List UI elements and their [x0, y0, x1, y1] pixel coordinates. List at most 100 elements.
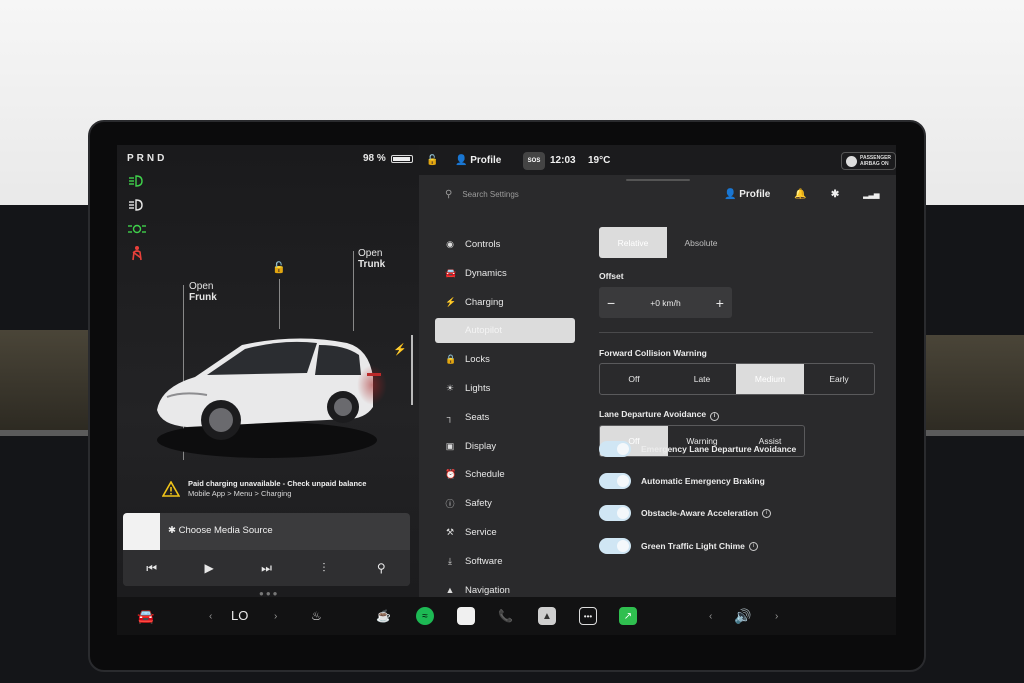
- dash-trim-right: [919, 335, 1024, 435]
- outside-temperature: 19°C: [588, 155, 611, 166]
- driver-profile-button[interactable]: 👤 Profile: [455, 155, 501, 166]
- toggle-knob: [617, 507, 629, 519]
- toggle-switch[interactable]: [599, 441, 631, 457]
- fcw-option-off[interactable]: Off: [600, 364, 668, 394]
- menu-item-dynamics[interactable]: 🚘 Dynamics: [435, 261, 575, 286]
- minus-icon[interactable]: −: [607, 295, 615, 311]
- menu-label: Navigation: [465, 584, 510, 596]
- section-divider: [599, 332, 873, 333]
- parking-lights-icon: [128, 224, 146, 234]
- person-icon: 👤: [724, 189, 737, 200]
- choose-media-source-button[interactable]: ✱ Choose Media Source: [168, 525, 273, 536]
- menu-item-charging[interactable]: ⚡ Charging: [435, 290, 575, 315]
- offset-value: +0 km/h: [650, 297, 681, 308]
- lock-status-icon[interactable]: 🔓: [426, 155, 438, 166]
- unlock-icon[interactable]: 🔓: [272, 261, 286, 274]
- charge-port-icon[interactable]: ⚡: [393, 343, 407, 356]
- menu-item-controls[interactable]: ◉ Controls: [435, 232, 575, 257]
- menu-label: Safety: [465, 498, 492, 510]
- menu-label: Display: [465, 440, 497, 452]
- fcw-option-medium[interactable]: Medium: [736, 364, 804, 394]
- seat-icon: ┐: [446, 412, 454, 423]
- next-icon[interactable]: ⏭: [256, 561, 276, 576]
- menu-item-software[interactable]: ⤓ Software: [435, 549, 575, 574]
- fcw-option-late[interactable]: Late: [668, 364, 736, 394]
- more-badge: •••: [579, 607, 597, 625]
- chevron-right-icon[interactable]: ›: [274, 605, 277, 627]
- absolute-option[interactable]: Absolute: [667, 227, 735, 258]
- volume-down-chevron[interactable]: ‹: [709, 605, 712, 627]
- menu-item-schedule[interactable]: ⏰ Schedule: [435, 462, 575, 487]
- play-icon[interactable]: ▶: [199, 561, 219, 575]
- download-icon: ⤓: [448, 555, 452, 566]
- volume-icon[interactable]: 🔊: [734, 605, 751, 627]
- vehicle-panel: PRND 98 % Open Frunk Open Trunk 🔓 ⚡ Paid…: [117, 145, 419, 598]
- seat-heater-icon[interactable]: ♨: [311, 605, 322, 627]
- toggle-switch[interactable]: [599, 538, 631, 554]
- app-white-icon[interactable]: [457, 605, 475, 627]
- headlights-icon: [129, 175, 143, 187]
- passenger-airbag-indicator: PASSENGER AIRBAG ON: [841, 152, 896, 170]
- menu-label: Charging: [465, 296, 504, 308]
- menu-item-autopilot[interactable]: ◎ Autopilot: [435, 318, 575, 344]
- battery-status: 98 %: [363, 153, 413, 164]
- media-player: ✱ Choose Media Source ⏮ ▶ ⏭ ⫶ ⚲: [123, 513, 410, 586]
- scroll-indicator: [411, 335, 413, 405]
- open-trunk-button[interactable]: Open Trunk: [358, 248, 385, 270]
- signal-icon: ▂▃▅: [863, 191, 880, 199]
- seatbelt-warning-icon: [132, 246, 142, 261]
- airbag-icon: [846, 155, 857, 167]
- cup-icon[interactable]: ☕: [376, 605, 391, 627]
- auto-headlights-icon: [129, 199, 143, 211]
- settings-search[interactable]: ⚲ Search Settings: [445, 189, 519, 200]
- climate-control[interactable]: LO: [231, 605, 248, 627]
- menu-label: Lights: [465, 382, 491, 394]
- gear-indicator: PRND: [127, 153, 168, 164]
- menu-label: Seats: [465, 411, 490, 423]
- menu-item-safety[interactable]: ⓘ Safety: [435, 491, 575, 516]
- equalizer-icon[interactable]: ⫶: [314, 561, 334, 576]
- menu-label: Controls: [465, 239, 501, 250]
- charging-warning: Paid charging unavailable - Check unpaid…: [162, 475, 387, 503]
- drag-handle[interactable]: [626, 179, 690, 181]
- fcw-option-early[interactable]: Early: [804, 364, 874, 394]
- menu-item-service[interactable]: ⚒ Service: [435, 520, 575, 545]
- car-icon[interactable]: 🚘: [137, 605, 154, 627]
- spotify-icon[interactable]: ≈: [416, 605, 434, 627]
- toggle-switch[interactable]: [599, 505, 631, 521]
- volume-up-chevron[interactable]: ›: [775, 605, 778, 627]
- chevron-left-icon[interactable]: ‹: [209, 605, 212, 627]
- phone-icon[interactable]: 📞: [498, 605, 513, 627]
- info-icon[interactable]: i: [748, 541, 758, 551]
- media-controls: ⏮ ▶ ⏭ ⫶ ⚲: [123, 550, 410, 586]
- menu-item-display[interactable]: ▣ Display: [435, 434, 575, 459]
- tail-light-glow: [357, 365, 387, 405]
- menu-item-locks[interactable]: 🔒 Locks: [435, 347, 575, 372]
- menu-item-lights[interactable]: ☀ Lights: [435, 376, 575, 401]
- fcw-label: Forward Collision Warning: [599, 348, 707, 358]
- green-app-icon[interactable]: ↗: [619, 605, 637, 627]
- sos-button[interactable]: SOS: [523, 152, 545, 170]
- status-bar: 🔓 👤 Profile SOS 12:03 19°C PASSENGER AIR…: [419, 145, 896, 175]
- bluetooth-icon[interactable]: ✱: [831, 189, 839, 200]
- toggle-switch[interactable]: [599, 473, 631, 489]
- menu-label: Dynamics: [465, 267, 507, 279]
- info-icon[interactable]: i: [710, 412, 720, 421]
- camera-icon[interactable]: ▲: [538, 605, 556, 627]
- toggle-row: Green Traffic Light Chime i: [599, 538, 758, 554]
- plus-icon[interactable]: +: [716, 295, 724, 311]
- prev-icon[interactable]: ⏮: [142, 561, 162, 576]
- search-icon[interactable]: ⚲: [371, 561, 391, 575]
- menu-item-seats[interactable]: ┐ Seats: [435, 405, 575, 430]
- toggle-label: Green Traffic Light Chime: [641, 541, 745, 551]
- fcw-selector: Off Late Medium Early: [599, 363, 875, 395]
- toggle-label: Obstacle-Aware Acceleration: [641, 508, 759, 518]
- bell-icon[interactable]: 🔔: [794, 189, 806, 200]
- info-icon[interactable]: i: [762, 508, 772, 518]
- relative-option[interactable]: Relative: [599, 227, 667, 258]
- menu-label: Autopilot: [465, 325, 502, 337]
- more-icon[interactable]: •••: [579, 605, 597, 627]
- open-frunk-button[interactable]: Open Frunk: [189, 281, 217, 303]
- settings-profile-button[interactable]: 👤 Profile: [724, 189, 770, 200]
- trunk-label-1: Open: [358, 248, 383, 259]
